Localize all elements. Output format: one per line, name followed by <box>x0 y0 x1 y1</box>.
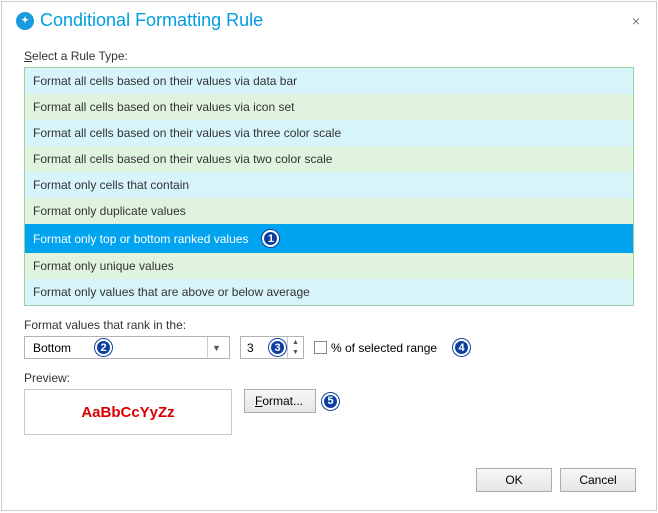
rank-count-value: 3 <box>247 341 254 355</box>
dialog-frame: ✦ Conditional Formatting Rule × Select a… <box>1 1 657 511</box>
rule-type-item[interactable]: Format all cells based on their values v… <box>25 68 633 94</box>
rule-type-item-label: Format all cells based on their values v… <box>33 152 332 166</box>
rule-type-item[interactable]: Format only duplicate values <box>25 198 633 224</box>
rank-direction-value: Bottom <box>33 341 71 355</box>
format-button-rest: ormat... <box>262 394 303 408</box>
rule-type-item-label: Format all cells based on their values v… <box>33 126 341 140</box>
rule-type-item-label: Format all cells based on their values v… <box>33 74 297 88</box>
percent-checkbox[interactable]: % of selected range <box>314 341 437 355</box>
spinner-buttons[interactable]: ▲ ▼ <box>287 337 303 358</box>
rule-type-list: Format all cells based on their values v… <box>24 67 634 306</box>
callout-2: 2 <box>95 339 112 356</box>
rule-type-item-label: Format only top or bottom ranked values <box>33 232 248 246</box>
rule-type-item-label: Format only values that are above or bel… <box>33 285 310 299</box>
rank-label: Format values that rank in the: <box>24 318 634 332</box>
format-button[interactable]: Format... <box>244 389 316 413</box>
dialog-title: Conditional Formatting Rule <box>40 10 263 31</box>
close-icon[interactable]: × <box>626 11 646 31</box>
rule-type-item[interactable]: Format only cells that contain <box>25 172 633 198</box>
rule-type-item[interactable]: Format all cells based on their values v… <box>25 120 633 146</box>
titlebar: ✦ Conditional Formatting Rule × <box>2 2 656 37</box>
callout-5: 5 <box>322 393 339 410</box>
chevron-down-icon: ▼ <box>207 337 225 358</box>
rule-type-item[interactable]: Format only top or bottom ranked values 1 <box>25 224 633 253</box>
rank-controls: Bottom 2 ▼ 3 3 ▲ ▼ % of selected range 4 <box>24 336 634 359</box>
cancel-button[interactable]: Cancel <box>560 468 636 492</box>
percent-label: % of selected range <box>331 341 437 355</box>
select-rule-type-label: Select a Rule Type: <box>24 49 634 63</box>
rule-type-item-label: Format only unique values <box>33 259 174 273</box>
dialog-body: Select a Rule Type: Format all cells bas… <box>2 37 656 445</box>
callout-1: 1 <box>262 230 279 247</box>
rank-direction-dropdown[interactable]: Bottom 2 ▼ <box>24 336 230 359</box>
preview-label: Preview: <box>24 371 634 385</box>
rule-type-item[interactable]: Format only unique values <box>25 253 633 279</box>
rule-type-item[interactable]: Format all cells based on their values v… <box>25 94 633 120</box>
rule-type-item-label: Format only cells that contain <box>33 178 189 192</box>
rule-type-item[interactable]: Format only values that are above or bel… <box>25 279 633 305</box>
app-icon: ✦ <box>16 12 34 30</box>
callout-4: 4 <box>453 339 470 356</box>
dialog-footer: OK Cancel <box>476 468 636 492</box>
callout-3: 3 <box>269 339 286 356</box>
ok-button[interactable]: OK <box>476 468 552 492</box>
chevron-down-icon[interactable]: ▼ <box>288 348 303 359</box>
rule-type-item-label: Format all cells based on their values v… <box>33 100 294 114</box>
rank-count-spinner[interactable]: 3 3 ▲ ▼ <box>240 336 304 359</box>
checkbox-box[interactable] <box>314 341 327 354</box>
rule-type-item-label: Format only duplicate values <box>33 204 186 218</box>
preview-row: AaBbCcYyZz Format... 5 <box>24 389 634 435</box>
rule-type-item[interactable]: Format all cells based on their values v… <box>25 146 633 172</box>
chevron-up-icon[interactable]: ▲ <box>288 337 303 348</box>
format-preview: AaBbCcYyZz <box>24 389 232 435</box>
